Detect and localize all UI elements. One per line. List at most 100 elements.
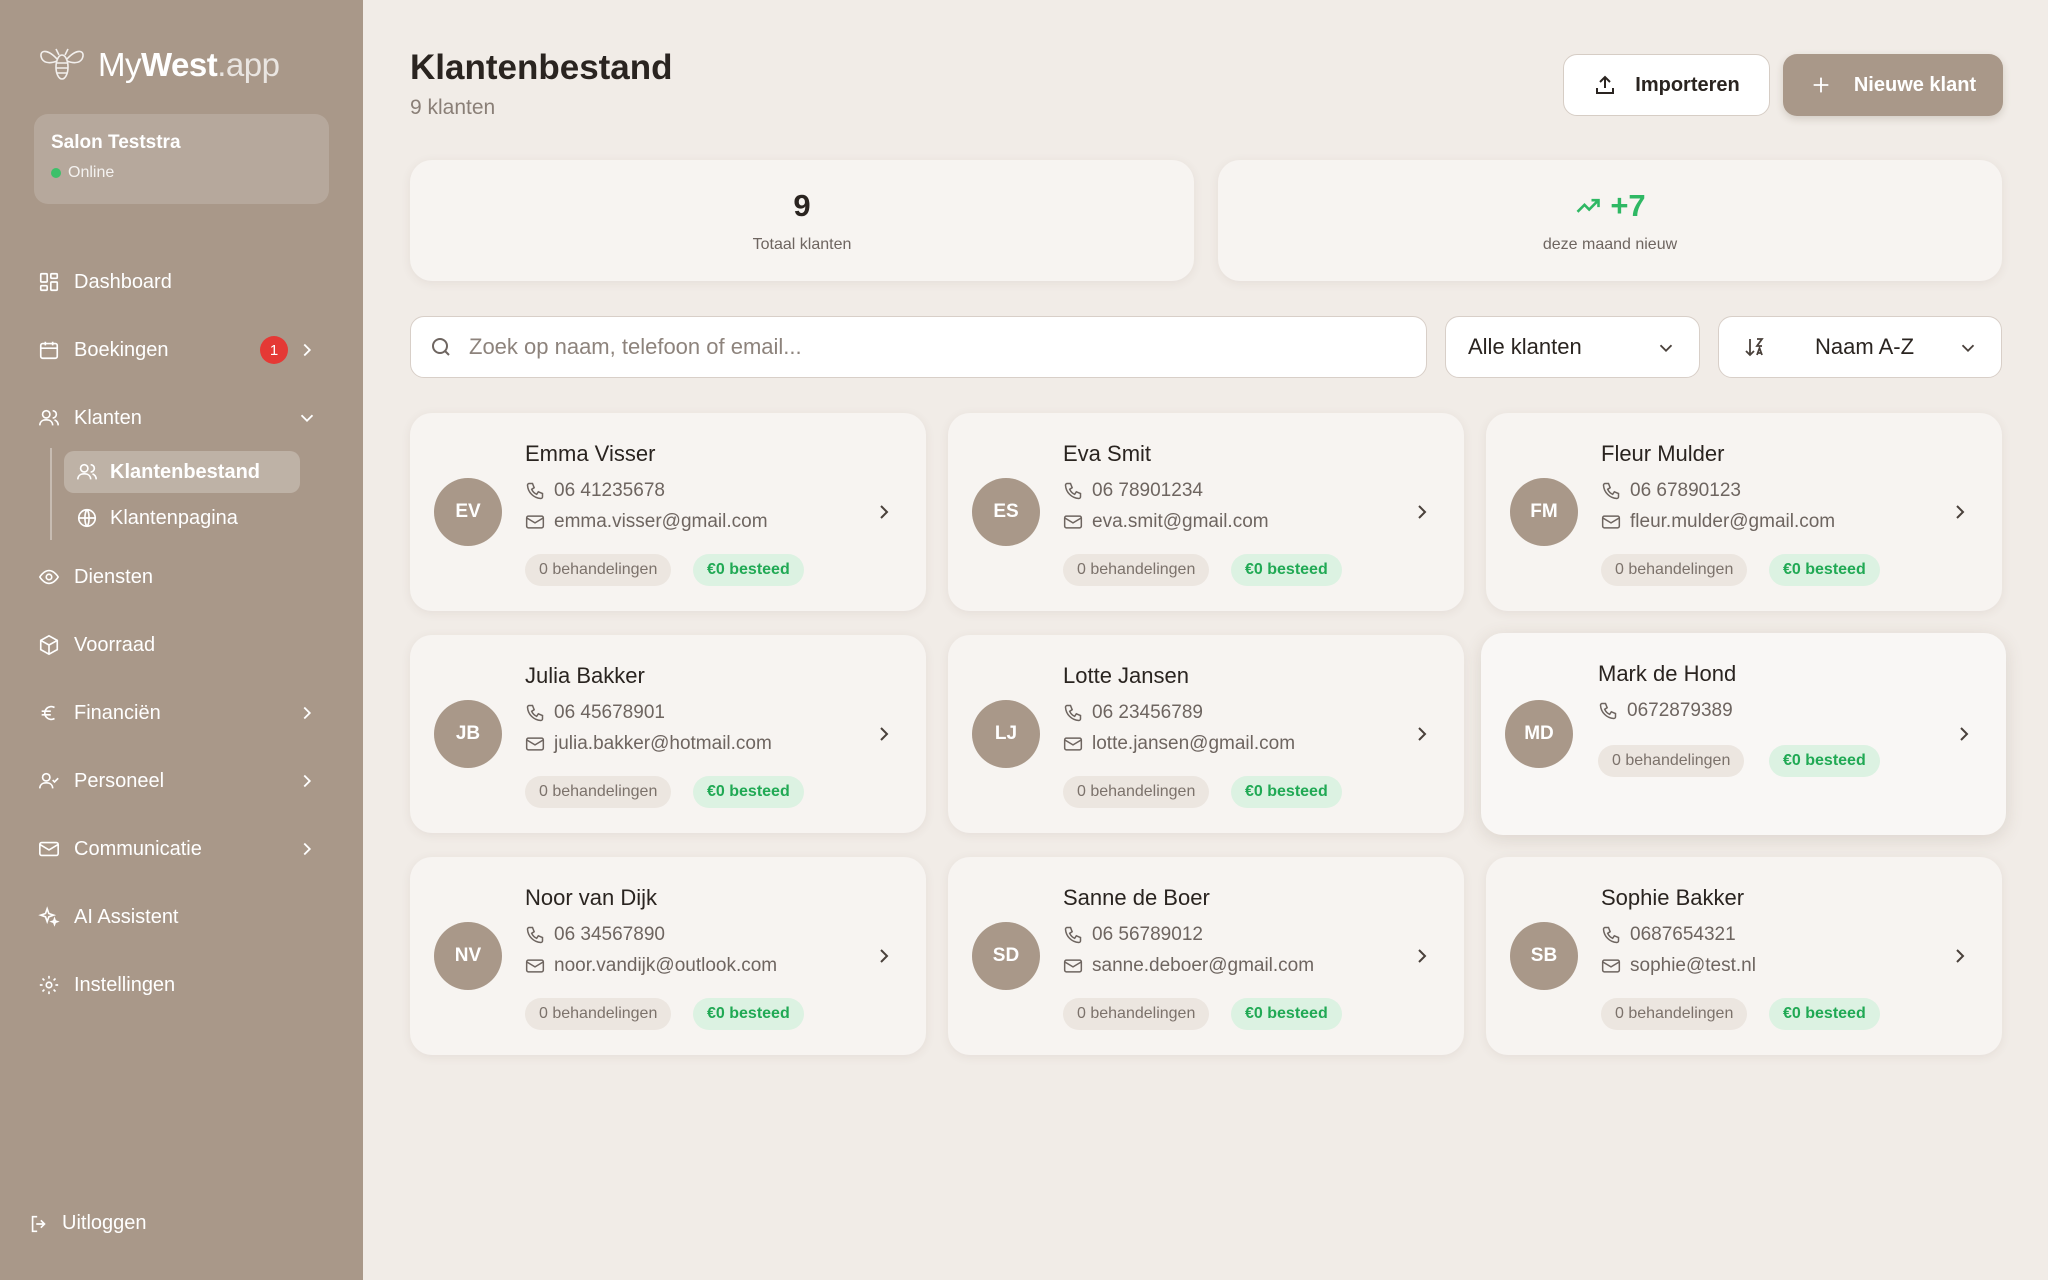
sidebar-item-label: Klantenbestand bbox=[110, 460, 261, 483]
sidebar-item-financien[interactable]: Financiën bbox=[38, 693, 328, 733]
eye-icon bbox=[38, 566, 60, 588]
chevron-right-icon bbox=[1410, 500, 1434, 524]
client-phone: 06 45678901 bbox=[525, 701, 665, 725]
chevron-right-icon bbox=[1410, 944, 1434, 968]
new-client-button-label: Nieuwe klant bbox=[1853, 73, 1977, 96]
avatar: FM bbox=[1510, 478, 1578, 546]
new-client-button[interactable]: Nieuwe klant bbox=[1783, 54, 2003, 116]
chevron-right-icon bbox=[296, 770, 318, 792]
chevron-down-icon bbox=[1655, 337, 1677, 359]
mail-icon bbox=[525, 512, 545, 532]
avatar: MD bbox=[1505, 700, 1573, 768]
treatments-badge: 0 behandelingen bbox=[1598, 745, 1745, 777]
client-card[interactable]: MD Mark de Hond 0672879389 0 behandeling… bbox=[1481, 633, 2006, 835]
chevron-down-icon bbox=[1957, 337, 1979, 359]
euro-icon bbox=[38, 702, 60, 724]
client-email: emma.visser@gmail.com bbox=[525, 510, 768, 534]
client-card[interactable]: SD Sanne de Boer 06 56789012 sanne.deboe… bbox=[948, 857, 1464, 1055]
client-email: eva.smit@gmail.com bbox=[1063, 510, 1269, 534]
phone-icon bbox=[1063, 925, 1083, 945]
logo-text: MyWest.app bbox=[98, 46, 280, 83]
client-email: lotte.jansen@gmail.com bbox=[1063, 732, 1295, 756]
sidebar-item-instellingen[interactable]: Instellingen bbox=[38, 965, 328, 1005]
sidebar-item-label: Boekingen bbox=[74, 338, 169, 361]
treatments-badge: 0 behandelingen bbox=[525, 554, 672, 586]
chevron-right-icon bbox=[296, 339, 318, 361]
chevron-right-icon bbox=[296, 702, 318, 724]
client-card[interactable]: EV Emma Visser 06 41235678 emma.visser@g… bbox=[410, 413, 926, 611]
sidebar: MyWest.app Salon Teststra Online Dashboa… bbox=[0, 0, 363, 1280]
app-logo[interactable]: MyWest.app bbox=[36, 40, 280, 90]
spent-badge: €0 besteed bbox=[1769, 745, 1880, 777]
phone-icon bbox=[1598, 701, 1618, 721]
sidebar-item-label: AI Assistent bbox=[74, 905, 179, 928]
upload-icon bbox=[1593, 73, 1617, 97]
calendar-icon bbox=[38, 339, 60, 361]
client-email: sophie@test.nl bbox=[1601, 954, 1756, 978]
client-name: Mark de Hond bbox=[1598, 661, 1737, 686]
bee-logo-icon bbox=[36, 45, 88, 85]
sidebar-item-personeel[interactable]: Personeel bbox=[38, 761, 328, 801]
sidebar-item-diensten[interactable]: Diensten bbox=[38, 557, 328, 597]
avatar: LJ bbox=[972, 700, 1040, 768]
sidebar-item-label: Klantenpagina bbox=[110, 506, 238, 529]
sidebar-item-label: Instellingen bbox=[74, 973, 176, 996]
sort-select[interactable]: Naam A-Z bbox=[1718, 316, 2002, 378]
stat-total-clients: 9 Totaal klanten bbox=[410, 160, 1194, 281]
stat-value: 9 bbox=[793, 187, 811, 223]
treatments-badge: 0 behandelingen bbox=[1063, 776, 1210, 808]
client-name: Lotte Jansen bbox=[1063, 663, 1189, 688]
phone-icon bbox=[525, 703, 545, 723]
client-card[interactable]: JB Julia Bakker 06 45678901 julia.bakker… bbox=[410, 635, 926, 833]
sidebar-item-boekingen[interactable]: Boekingen 1 bbox=[38, 330, 328, 370]
sidebar-item-label: Financiën bbox=[74, 701, 161, 724]
treatments-badge: 0 behandelingen bbox=[525, 776, 672, 808]
mail-icon bbox=[38, 838, 60, 860]
spent-badge: €0 besteed bbox=[1231, 998, 1342, 1030]
avatar: SB bbox=[1510, 922, 1578, 990]
salon-name: Salon Teststra bbox=[51, 132, 181, 153]
sidebar-item-voorraad[interactable]: Voorraad bbox=[38, 625, 328, 665]
client-phone: 06 41235678 bbox=[525, 479, 665, 503]
page-title: Klantenbestand bbox=[410, 48, 673, 87]
client-name: Sanne de Boer bbox=[1063, 885, 1210, 910]
client-filter-select[interactable]: Alle klanten bbox=[1445, 316, 1700, 378]
salon-card[interactable]: Salon Teststra Online bbox=[34, 114, 329, 204]
sidebar-item-label: Voorraad bbox=[74, 633, 156, 656]
online-status-dot bbox=[51, 168, 61, 178]
sidebar-item-klantenpagina[interactable]: Klantenpagina bbox=[64, 497, 300, 539]
logout-button[interactable]: Uitloggen bbox=[28, 1212, 147, 1235]
client-email: noor.vandijk@outlook.com bbox=[525, 954, 777, 978]
sidebar-item-klantenbestand[interactable]: Klantenbestand bbox=[64, 451, 300, 493]
sidebar-item-klanten[interactable]: Klanten bbox=[38, 398, 328, 438]
phone-icon bbox=[1063, 703, 1083, 723]
sidebar-item-ai-assistent[interactable]: AI Assistent bbox=[38, 897, 328, 937]
client-card[interactable]: SB Sophie Bakker 0687654321 sophie@test.… bbox=[1486, 857, 2002, 1055]
sidebar-item-dashboard[interactable]: Dashboard bbox=[38, 262, 328, 302]
notification-badge: 1 bbox=[260, 336, 288, 364]
chevron-right-icon bbox=[872, 944, 896, 968]
phone-icon bbox=[525, 925, 545, 945]
avatar: JB bbox=[434, 700, 502, 768]
phone-icon bbox=[525, 481, 545, 501]
client-card[interactable]: FM Fleur Mulder 06 67890123 fleur.mulder… bbox=[1486, 413, 2002, 611]
import-button[interactable]: Importeren bbox=[1563, 54, 1770, 116]
package-icon bbox=[38, 634, 60, 656]
chevron-right-icon bbox=[296, 838, 318, 860]
client-card[interactable]: ES Eva Smit 06 78901234 eva.smit@gmail.c… bbox=[948, 413, 1464, 611]
mail-icon bbox=[525, 734, 545, 754]
search-input[interactable] bbox=[469, 334, 1369, 360]
sidebar-item-communicatie[interactable]: Communicatie bbox=[38, 829, 328, 869]
client-email: julia.bakker@hotmail.com bbox=[525, 732, 772, 756]
spent-badge: €0 besteed bbox=[1769, 554, 1880, 586]
client-name: Julia Bakker bbox=[525, 663, 645, 688]
client-name: Eva Smit bbox=[1063, 441, 1152, 466]
client-card[interactable]: LJ Lotte Jansen 06 23456789 lotte.jansen… bbox=[948, 635, 1464, 833]
avatar: SD bbox=[972, 922, 1040, 990]
filter-select-value: Alle klanten bbox=[1468, 334, 1582, 359]
chevron-right-icon bbox=[1948, 944, 1972, 968]
client-card[interactable]: NV Noor van Dijk 06 34567890 noor.vandij… bbox=[410, 857, 926, 1055]
client-phone: 06 67890123 bbox=[1601, 479, 1741, 503]
client-email: sanne.deboer@gmail.com bbox=[1063, 954, 1314, 978]
salon-status: Online bbox=[51, 164, 312, 182]
